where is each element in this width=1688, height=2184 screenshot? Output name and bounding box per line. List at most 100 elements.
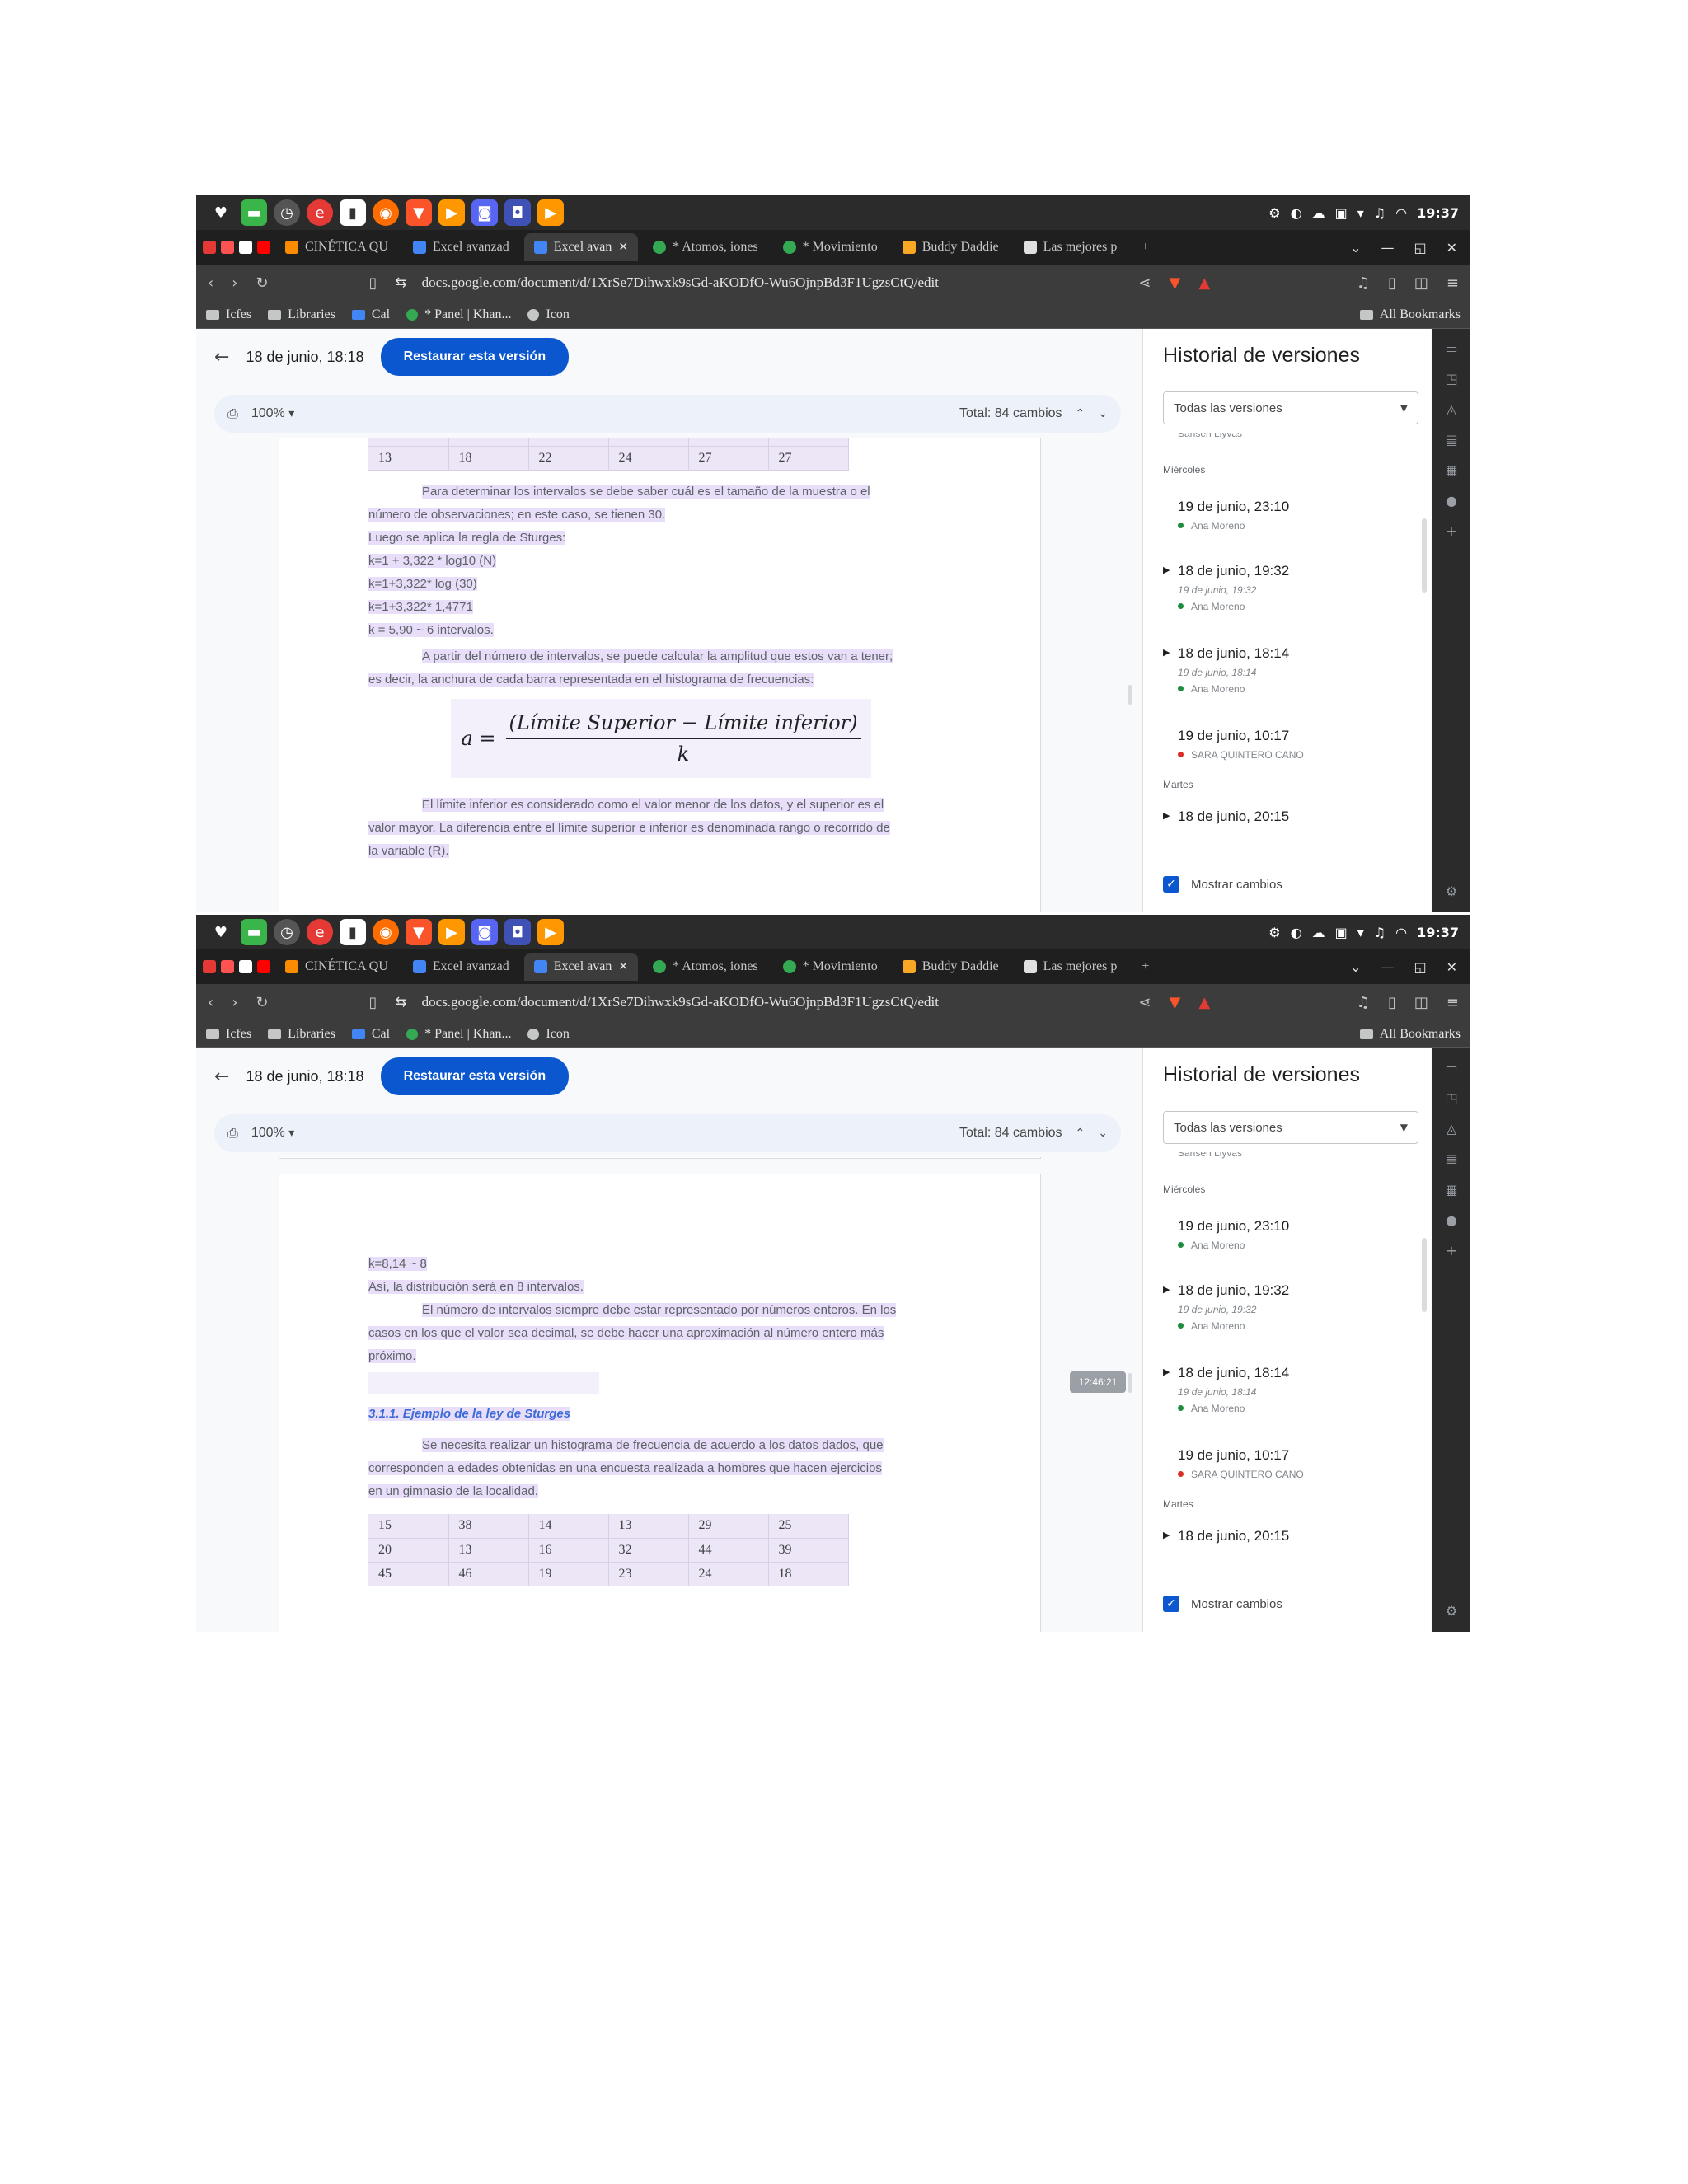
bookmark-cal[interactable]: Cal: [351, 1027, 390, 1042]
camera-icon[interactable]: ◘: [504, 919, 531, 945]
bookmark-icon-site[interactable]: Icon: [528, 307, 570, 322]
clock-app-icon[interactable]: ◷: [274, 199, 300, 226]
settings-icon[interactable]: ⚙: [1268, 925, 1280, 940]
tab-buddy[interactable]: Buddy Daddie: [893, 953, 1009, 981]
settings-icon[interactable]: ⚙: [1268, 205, 1280, 221]
share-icon[interactable]: ⋖: [1138, 994, 1151, 1011]
tab-mejores[interactable]: Las mejores p: [1014, 953, 1128, 981]
sidebar-icon[interactable]: ▯: [1388, 994, 1396, 1011]
addon-side-icon[interactable]: ●: [1446, 493, 1457, 509]
close-tab-icon[interactable]: ✕: [618, 241, 628, 254]
music-icon[interactable]: ♫: [1374, 205, 1386, 221]
close-window-icon[interactable]: ✕: [1447, 959, 1457, 975]
bookmark-icon-site[interactable]: Icon: [528, 1027, 570, 1042]
pinned-tab-icon[interactable]: [203, 960, 216, 973]
history-entry[interactable]: 19 de junio, 10:17 SARA QUINTERO CANO: [1163, 1447, 1410, 1480]
bookmark-icfes[interactable]: Icfes: [206, 1027, 251, 1042]
camera-icon[interactable]: ◘: [504, 199, 531, 226]
tab-excel-1[interactable]: Excel avanzad: [403, 233, 519, 261]
app-red-icon[interactable]: e: [307, 919, 333, 945]
print-icon[interactable]: ⎙: [227, 1125, 238, 1141]
previous-change-icon[interactable]: ⌃: [1076, 407, 1085, 420]
minimize-icon[interactable]: —: [1381, 240, 1394, 255]
tab-cinetica[interactable]: CINÉTICA QU: [275, 953, 398, 981]
pinned-tab-icon[interactable]: [239, 241, 252, 254]
menu-icon[interactable]: ≡: [1447, 274, 1459, 292]
discord-icon[interactable]: ◙: [471, 919, 498, 945]
player-icon[interactable]: ▶: [438, 919, 465, 945]
plus-icon[interactable]: +: [1446, 1243, 1456, 1258]
show-changes-toggle[interactable]: ✓ Mostrar cambios: [1163, 1596, 1282, 1612]
history-entry[interactable]: 19 de junio, 23:10 Ana Moreno: [1163, 499, 1410, 532]
history-entry[interactable]: ▶ 18 de junio, 20:15: [1163, 1528, 1410, 1544]
settings-side-icon[interactable]: ⚙: [1446, 1603, 1457, 1619]
tab-search-icon[interactable]: ⌄: [1350, 240, 1361, 255]
pinned-tab-icon[interactable]: [221, 960, 234, 973]
maximize-icon[interactable]: ◱: [1414, 240, 1426, 255]
bookmark-khan[interactable]: * Panel | Khan...: [406, 307, 511, 322]
tab-movimiento[interactable]: * Movimiento: [773, 233, 888, 261]
bookmark-icfes[interactable]: Icfes: [206, 307, 251, 322]
brave-rewards-icon[interactable]: ▲: [1198, 994, 1210, 1011]
restore-version-button[interactable]: Restaurar esta versión: [380, 338, 570, 376]
bookmark-cal[interactable]: Cal: [351, 307, 390, 322]
heart-icon[interactable]: ♥: [208, 919, 234, 945]
back-icon[interactable]: ‹: [208, 274, 213, 292]
player-icon[interactable]: ▶: [438, 199, 465, 226]
brave-icon[interactable]: ▼: [406, 199, 432, 226]
forward-icon[interactable]: ›: [232, 994, 237, 1011]
settings-side-icon[interactable]: ⚙: [1446, 883, 1457, 899]
bookmark-libraries[interactable]: Libraries: [268, 1027, 335, 1042]
history-entry[interactable]: 19 de junio, 10:17 SARA QUINTERO CANO: [1163, 728, 1410, 761]
print-icon[interactable]: ⎙: [227, 405, 238, 422]
forward-icon[interactable]: ›: [232, 274, 237, 292]
wifi-icon[interactable]: ▾: [1357, 925, 1364, 940]
share-icon[interactable]: ⋖: [1138, 274, 1151, 292]
next-change-icon[interactable]: ⌄: [1098, 1127, 1108, 1140]
reload-icon[interactable]: ↻: [256, 994, 268, 1011]
history-entry[interactable]: ▶ 18 de junio, 19:32 19 de junio, 19:32 A…: [1163, 1282, 1410, 1332]
url-field[interactable]: ⇆ docs.google.com/document/d/1XrSe7Dihwx…: [395, 269, 1120, 297]
app-red-icon[interactable]: e: [307, 199, 333, 226]
checkbox-checked-icon[interactable]: ✓: [1163, 876, 1179, 893]
back-arrow-icon[interactable]: ←: [214, 347, 229, 368]
music-icon[interactable]: ♫: [1374, 925, 1386, 940]
keep-side-icon[interactable]: ◳: [1445, 1090, 1457, 1106]
site-info-icon[interactable]: ⇆: [395, 274, 406, 291]
pinned-tab-icon[interactable]: [203, 241, 216, 254]
reload-icon[interactable]: ↻: [256, 274, 268, 292]
zoom-select[interactable]: 100% ▾: [251, 1126, 294, 1141]
bookmark-libraries[interactable]: Libraries: [268, 307, 335, 322]
new-tab-button[interactable]: +: [1132, 233, 1159, 261]
tasks-side-icon[interactable]: ◬: [1447, 1121, 1456, 1137]
tab-movimiento[interactable]: * Movimiento: [773, 953, 888, 981]
minimize-icon[interactable]: —: [1381, 959, 1394, 975]
heart-icon[interactable]: ♥: [208, 199, 234, 226]
notes-icon[interactable]: ▮: [340, 919, 366, 945]
history-entry[interactable]: ▶ 18 de junio, 20:15: [1163, 808, 1410, 825]
expand-arrow-icon[interactable]: ▶: [1163, 1366, 1170, 1377]
close-tab-icon[interactable]: ✕: [618, 960, 628, 973]
expand-arrow-icon[interactable]: ▶: [1163, 565, 1170, 575]
tab-excel-1[interactable]: Excel avanzad: [403, 953, 519, 981]
history-entry[interactable]: ▶ 18 de junio, 19:32 19 de junio, 19:32 A…: [1163, 563, 1410, 612]
wifi-icon[interactable]: ▾: [1357, 205, 1364, 221]
document-scrollbar[interactable]: [1128, 1373, 1132, 1393]
window-icon[interactable]: ▣: [1335, 925, 1348, 940]
files-icon[interactable]: ▬: [241, 919, 267, 945]
contacts-side-icon[interactable]: ▤: [1445, 1151, 1457, 1167]
brave-shield-icon[interactable]: ▼: [1170, 274, 1181, 292]
steam-icon[interactable]: ◐: [1291, 205, 1302, 221]
restore-version-button[interactable]: Restaurar esta versión: [380, 1057, 570, 1095]
contacts-side-icon[interactable]: ▤: [1445, 432, 1457, 448]
sidebar-icon[interactable]: ▯: [1388, 274, 1396, 292]
media-icon[interactable]: ▶: [537, 919, 564, 945]
back-icon[interactable]: ‹: [208, 994, 213, 1011]
calendar-side-icon[interactable]: ▭: [1445, 1060, 1457, 1076]
media-control-icon[interactable]: ♫: [1357, 994, 1370, 1011]
url-field[interactable]: ⇆ docs.google.com/document/d/1XrSe7Dihwx…: [395, 988, 1120, 1016]
media-control-icon[interactable]: ♫: [1357, 274, 1370, 292]
bookmark-icon[interactable]: ▯: [369, 274, 377, 292]
brave-shield-icon[interactable]: ▼: [1170, 994, 1181, 1011]
pinned-tab-icon[interactable]: [239, 960, 252, 973]
